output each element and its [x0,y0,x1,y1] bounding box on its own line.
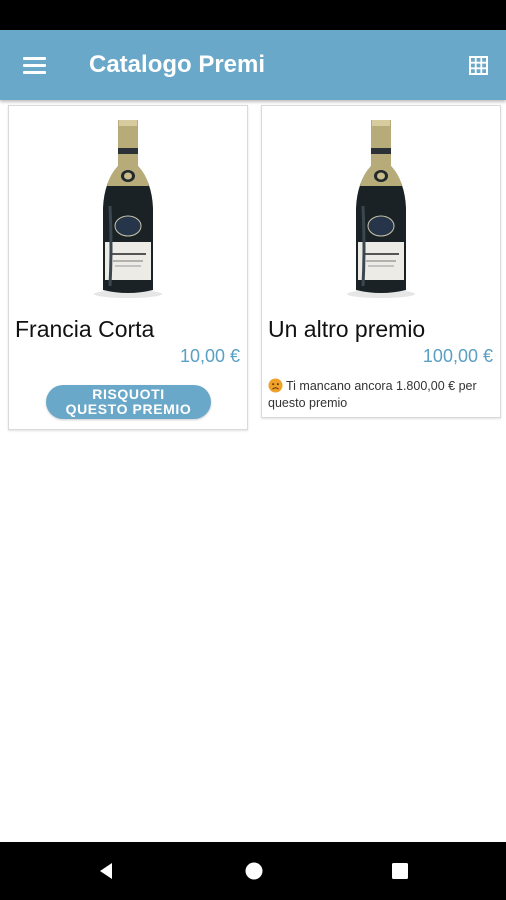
prize-price: 100,00 € [422,346,493,366]
wine-bottle-image [94,120,162,298]
system-nav-bar [0,842,506,900]
recents-button[interactable] [385,856,415,886]
back-button[interactable] [91,856,121,886]
grid-view-icon [468,55,488,75]
prize-image [262,106,500,306]
home-circle-icon [245,862,263,880]
prize-card[interactable]: Un altro premio 100,00 € Ti mancano anco… [261,105,501,418]
missing-points-text: Ti mancano ancora 1.800,00 € per questo … [268,379,477,410]
app-bar: Catalogo Premi [0,30,506,100]
prize-name: Un altro premio [268,316,426,342]
prize-card[interactable]: Francia Corta 10,00 € RISQUOTI QUESTO PR… [8,105,248,430]
page-title: Catalogo Premi [89,51,266,78]
redeem-button-label-line2: QUESTO PREMIO [65,401,192,417]
back-triangle-icon [100,863,112,879]
sad-face-icon [268,378,283,393]
redeem-button-label-line1: RISQUOTI [92,386,165,402]
menu-icon [22,56,46,74]
wine-bottle-image [347,120,415,298]
grid-view-button[interactable] [460,47,496,83]
missing-points-message: Ti mancano ancora 1.800,00 € per questo … [268,378,498,412]
home-button[interactable] [239,856,269,886]
redeem-button[interactable]: RISQUOTI QUESTO PREMIO [46,385,211,419]
menu-button[interactable] [14,45,54,85]
prize-name: Francia Corta [15,316,155,342]
prize-price: 10,00 € [179,346,240,366]
status-bar [0,0,506,30]
recents-square-icon [392,863,408,879]
prize-image [9,106,247,306]
